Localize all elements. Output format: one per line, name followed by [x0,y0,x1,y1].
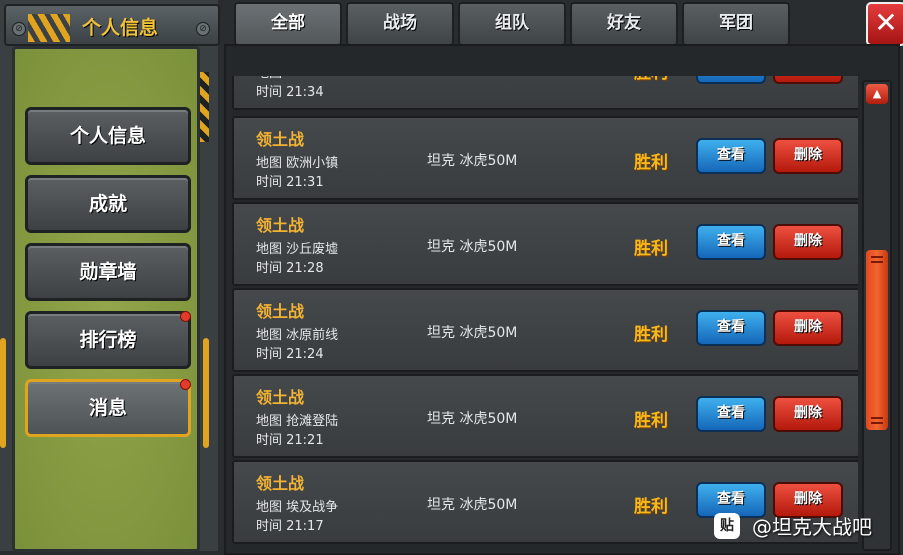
record-result: 胜利 [634,239,668,259]
scrollbar-thumb[interactable] [866,250,888,430]
watermark-text: @坦克大战吧 [752,515,872,539]
panel-title: 个人信息 [82,17,159,39]
record-type: 领土战 [256,302,305,321]
view-label: 查看 [717,405,745,421]
view-label: 查看 [717,147,745,163]
close-icon: ✕ [874,6,898,39]
menu-button-messages[interactable]: 消息 [25,379,191,437]
list-item: 领土战 地图 欧洲小镇 时间 21:31 坦克 冰虎50M 胜利 查看 删除 [232,116,858,200]
menu-button-label: 个人信息 [69,125,146,147]
view-button[interactable]: 查看 [696,138,766,174]
list-item: 领土战 地图 冰原前线 时间 21:24 坦克 冰虎50M 胜利 查看 删除 [232,288,858,372]
delete-label: 删除 [794,405,822,421]
menu-button-achievements[interactable]: 成就 [25,175,191,233]
menu-button-leaderboard[interactable]: 排行榜 [25,311,191,369]
record-time: 时间 21:17 [256,519,324,534]
view-label: 查看 [717,233,745,249]
view-button[interactable] [696,76,766,84]
view-button[interactable]: 查看 [696,310,766,346]
record-map: 地图 埃及战争 [256,500,339,515]
record-time: 时间 21:34 [256,85,324,100]
tab-label: 战场 [383,13,417,33]
scrollbar[interactable]: ▲ [862,80,892,551]
record-result: 胜利 [634,497,668,517]
tab-label: 军团 [719,13,753,33]
delete-label: 删除 [794,233,822,249]
tab-bar: 全部 战场 组队 好友 军团 [228,0,868,46]
record-time: 时间 21:21 [256,433,324,448]
tab-battlefield[interactable]: 战场 [346,2,454,46]
tab-friends[interactable]: 好友 [570,2,678,46]
left-edge-rail [0,338,6,448]
record-map: 地图 抢滩登陆 [256,414,339,429]
delete-label: 删除 [794,147,822,163]
view-label: 查看 [717,491,745,507]
tab-label: 组队 [495,13,529,33]
grip-line [871,417,883,419]
screw-icon: ⊘ [12,22,26,36]
hazard-stripes-icon [28,14,70,42]
delete-button[interactable]: 删除 [773,310,843,346]
side-panel: ⊘ 个人信息 ⊘ 个人信息 成就 勋章墙 排行榜 消息 [0,0,220,552]
record-result: 胜利 [634,411,668,431]
record-type: 领土战 [256,130,305,149]
record-type: 领土战 [256,216,305,235]
delete-label: 删除 [794,491,822,507]
grip-line [871,261,883,263]
record-time: 时间 21:31 [256,175,324,190]
record-type: 领土战 [256,388,305,407]
menu-button-label: 排行榜 [79,329,137,351]
record-type: 领土战 [256,474,305,493]
record-tank: 坦克 冰虎50M [427,497,518,513]
record-time: 时间 21:28 [256,261,324,276]
list-item: 地图 时间 21:34 胜利 [232,76,858,110]
menu-button-label: 成就 [88,193,127,215]
view-label: 查看 [717,319,745,335]
tab-label: 全部 [271,13,305,33]
tab-label: 好友 [607,13,641,33]
record-map: 地图 冰原前线 [256,328,339,343]
scroll-up-arrow-icon[interactable]: ▲ [866,84,888,104]
record-result: 胜利 [634,76,668,83]
record-tank: 坦克 冰虎50M [427,153,518,169]
grip-line [871,422,883,424]
menu-button-medal-wall[interactable]: 勋章墙 [25,243,191,301]
screw-icon: ⊘ [196,22,210,36]
tab-team[interactable]: 组队 [458,2,566,46]
record-time: 时间 21:24 [256,347,324,362]
record-tank: 坦克 冰虎50M [427,325,518,341]
notification-dot [180,311,191,322]
list-item: 领土战 地图 抢滩登陆 时间 21:21 坦克 冰虎50M 胜利 查看 删除 [232,374,858,458]
panel-title-plate: ⊘ 个人信息 ⊘ [4,4,220,46]
tieba-logo-icon: 贴 [714,513,740,539]
right-edge-rail [203,338,209,448]
record-map: 地图 沙丘废墟 [256,242,339,257]
menu-button-label: 勋章墙 [79,261,137,283]
delete-button[interactable]: 删除 [773,138,843,174]
record-tank: 坦克 冰虎50M [427,411,518,427]
view-button[interactable]: 查看 [696,396,766,432]
view-button[interactable]: 查看 [696,224,766,260]
grip-line [871,256,883,258]
tab-all[interactable]: 全部 [234,2,342,46]
delete-button[interactable]: 删除 [773,396,843,432]
delete-button[interactable]: 删除 [773,224,843,260]
list-item: 领土战 地图 沙丘废墟 时间 21:28 坦克 冰虎50M 胜利 查看 删除 [232,202,858,286]
menu-button-label: 消息 [88,397,127,419]
close-button[interactable]: ✕ [866,2,903,46]
delete-button[interactable] [773,76,843,84]
record-map: 地图 欧洲小镇 [256,156,339,171]
tab-legion[interactable]: 军团 [682,2,790,46]
record-result: 胜利 [634,153,668,173]
message-list[interactable]: 地图 时间 21:34 胜利 领土战 地图 欧洲小镇 时间 21:31 坦克 冰… [232,76,858,551]
record-result: 胜利 [634,325,668,345]
delete-label: 删除 [794,319,822,335]
menu-button-profile[interactable]: 个人信息 [25,107,191,165]
record-tank: 坦克 冰虎50M [427,239,518,255]
menu-background: 个人信息 成就 勋章墙 排行榜 消息 [12,46,200,552]
notification-dot [180,379,191,390]
